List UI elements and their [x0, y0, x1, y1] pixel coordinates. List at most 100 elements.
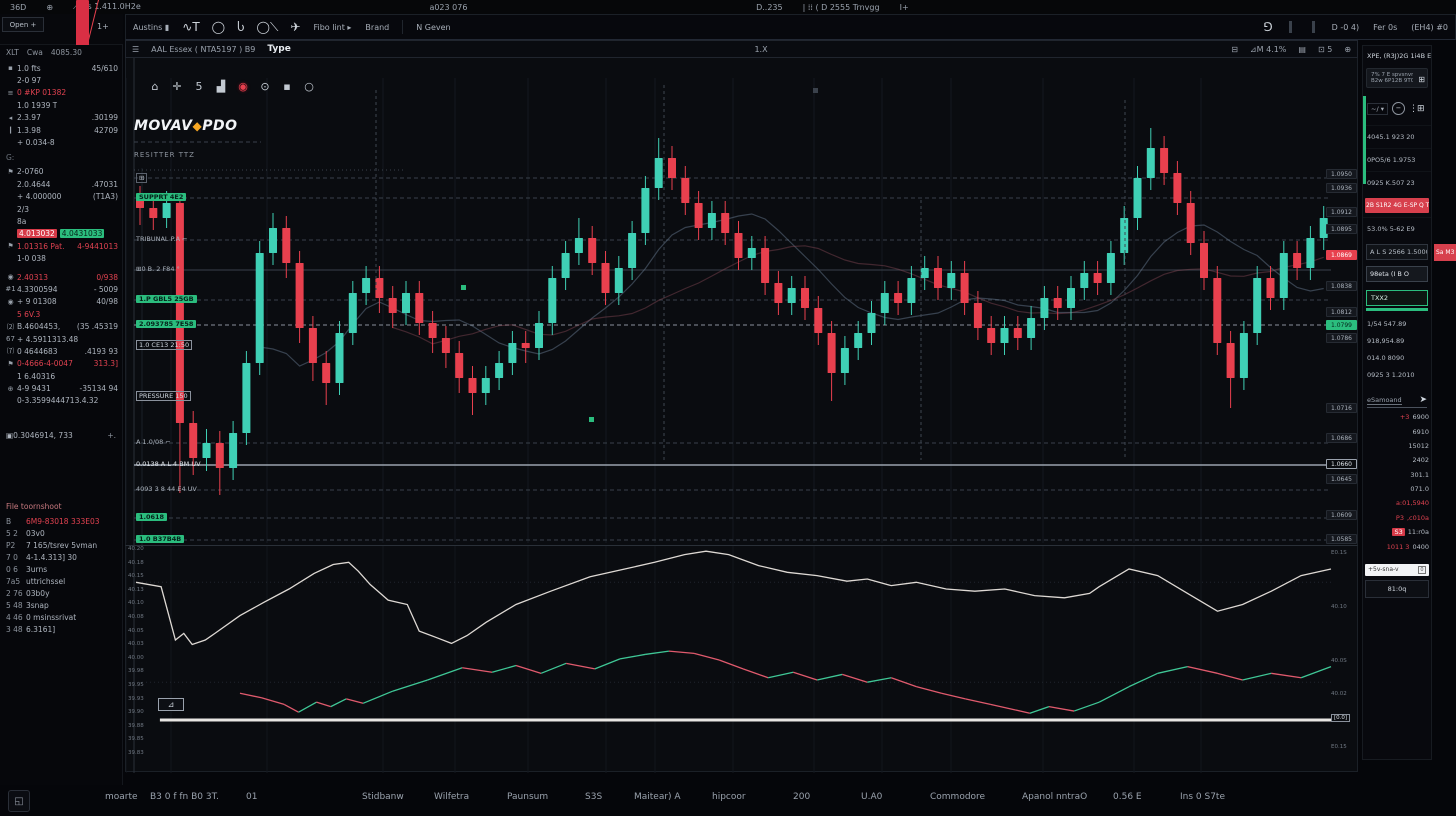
tabbar-tool-2[interactable]: ▤: [1298, 45, 1306, 54]
draw-tool-icon-2[interactable]: Ⴑ: [237, 20, 244, 34]
draw-tool-icon-4[interactable]: ✈: [290, 20, 300, 34]
tabbar-tool-0[interactable]: ⊟: [1231, 45, 1238, 54]
grid-settings-icon[interactable]: ⋮⊞: [1409, 104, 1424, 114]
watchlist-row[interactable]: ◉2.403130/938: [0, 271, 122, 283]
camera-icon[interactable]: ⊙: [258, 80, 272, 93]
corner-tool-icon[interactable]: ◱: [8, 790, 30, 812]
corner-expand-icon[interactable]: ⊕: [1344, 45, 1351, 54]
open-tab[interactable]: Open +: [2, 17, 44, 32]
chart-tab-label[interactable]: AAL Essex ( NTA5197 ) B9: [151, 45, 255, 54]
watchlist-row[interactable]: 8a: [0, 215, 122, 227]
add-button[interactable]: 1+: [97, 22, 109, 31]
watchlist-row[interactable]: ◂2.3.97.30199: [0, 112, 122, 124]
confirm-button[interactable]: 81:0q: [1365, 580, 1429, 598]
home-icon[interactable]: ⌂: [148, 80, 162, 93]
position-row[interactable]: 6910: [1363, 424, 1431, 438]
circle-icon[interactable]: ○: [302, 80, 316, 93]
tabbar-tool-3[interactable]: ⊡ 5: [1318, 45, 1332, 54]
watchlist-row[interactable]: 1 6.40316: [0, 370, 122, 382]
search-label[interactable]: N Geven: [416, 23, 450, 32]
watchlist-row[interactable]: ◉+ 9 0130840/98: [0, 296, 122, 308]
watchlist-row[interactable]: ▪1.0 fts45/610: [0, 62, 122, 74]
record-icon[interactable]: ◉: [236, 80, 250, 93]
file-row[interactable]: B6M9-83018 333E03: [0, 515, 122, 527]
position-row[interactable]: a:01,5940: [1363, 496, 1431, 510]
position-row[interactable]: 15012: [1363, 439, 1431, 453]
file-row[interactable]: 0 63urns: [0, 563, 122, 575]
type-label[interactable]: Type: [267, 44, 290, 54]
slider-handle-2[interactable]: [1312, 21, 1315, 33]
alert-side-tab[interactable]: Sa M3: [1434, 244, 1456, 261]
position-row[interactable]: +36900: [1363, 410, 1431, 424]
position-row[interactable]: 301.1: [1363, 468, 1431, 482]
slider-handle-1[interactable]: [1289, 21, 1292, 33]
file-row[interactable]: 3 486.3161]: [0, 623, 122, 635]
position-row[interactable]: 1011 30400: [1363, 539, 1431, 553]
symbol-info-card[interactable]: 7% 7 E spvsnvn sn B2w 6P12B 9T0T3 0% ⊞: [1366, 68, 1428, 88]
position-row[interactable]: P3,c010a: [1363, 511, 1431, 525]
position-row[interactable]: 2402: [1363, 453, 1431, 467]
watchlist-row[interactable]: 2-0 97: [0, 74, 122, 86]
bars-icon[interactable]: ▟: [214, 80, 228, 93]
draw-tool-icon-3[interactable]: ◯⟍: [257, 20, 279, 35]
watchlist-row[interactable]: ≡0 #KP 01382: [0, 87, 122, 99]
watchlist-row[interactable]: ⚑0-4666-4-0047313.3]: [0, 358, 122, 370]
watchlist-row[interactable]: 67+ 4.5911313.48: [0, 333, 122, 345]
clear-input-icon[interactable]: 0: [1418, 566, 1426, 574]
menubar-item[interactable]: D..235: [756, 3, 783, 12]
order-input[interactable]: [1368, 566, 1418, 573]
watchlist-row[interactable]: ⑵B.4604453,(35 .45319: [0, 320, 122, 332]
menubar-item[interactable]: 36D: [10, 3, 26, 12]
file-row[interactable]: 5 203v0: [0, 527, 122, 539]
sell-button[interactable]: 2B S1R2 4G E-SP Q T: [1365, 198, 1429, 213]
watchlist-row[interactable]: 1-0 038: [0, 252, 122, 264]
watchlist-row[interactable]: ⊕4-9 9431-35134 94: [0, 382, 122, 394]
file-row[interactable]: 7a5uttrichssel: [0, 575, 122, 587]
watchlist-footer-row[interactable]: ▣ 0.3046914, 733 +.: [0, 429, 122, 442]
expand-icon[interactable]: +.: [107, 431, 116, 440]
file-row[interactable]: 2 7603b0y: [0, 587, 122, 599]
candlestick-chart[interactable]: [126, 58, 1359, 545]
watchlist-row[interactable]: #14.3300594- 5009: [0, 283, 122, 295]
file-row[interactable]: 7 04-1.4.313] 30: [0, 551, 122, 563]
file-row[interactable]: 4 460 msinssrivat: [0, 611, 122, 623]
decrease-button[interactable]: −: [1392, 102, 1405, 115]
menubar-item[interactable]: ⊕: [46, 3, 53, 12]
tab-list-icon[interactable]: ☰: [132, 45, 139, 54]
draw-tool-icon-0[interactable]: ∿T: [182, 20, 199, 34]
buy-button[interactable]: TXX2: [1366, 290, 1428, 306]
crosshair-icon[interactable]: ✛: [170, 80, 184, 93]
symbol-price: 42709: [90, 126, 118, 135]
file-row[interactable]: 5 483snap: [0, 599, 122, 611]
analyze-menu[interactable]: Austins ▮: [133, 23, 169, 32]
oscillator-chart[interactable]: [126, 546, 1359, 773]
watchlist-row[interactable]: + 0.034-8: [0, 136, 122, 148]
g-icon[interactable]: ⅁: [1263, 20, 1272, 34]
watchlist-row[interactable]: ⚑1.01316 Pat.4-9441013: [0, 240, 122, 252]
watchlist-row[interactable]: 4.0130324.0431033: [0, 228, 122, 240]
watchlist-row[interactable]: + 4.000000(T1A3): [0, 191, 122, 203]
menubar-item[interactable]: a023 076: [429, 3, 467, 12]
watchlist-row[interactable]: 0-3.3599444713.4.32: [0, 395, 122, 407]
menubar-item[interactable]: | ⁞⁞ ( D 2555 Trnvgg: [803, 3, 880, 12]
watchlist-row[interactable]: ⚑2-0760: [0, 166, 122, 178]
watchlist-row[interactable]: 2.0.4644.47031: [0, 178, 122, 190]
watchlist-row[interactable]: ⑺0 4644683.4193 93: [0, 345, 122, 357]
watchlist-row[interactable]: 1.0 1939 T: [0, 99, 122, 111]
indicator-settings-box[interactable]: ⊿: [158, 698, 184, 711]
fibonacci-menu[interactable]: Fibo lint ▸: [313, 23, 351, 32]
watchlist-row[interactable]: 2/3: [0, 203, 122, 215]
watchlist-row[interactable]: 5 6V.3: [0, 308, 122, 320]
draw-tool-icon-1[interactable]: ◯: [212, 20, 225, 34]
position-row[interactable]: 071.0: [1363, 482, 1431, 496]
menubar-item[interactable]: I+: [900, 3, 909, 12]
brand-menu[interactable]: Brand: [365, 23, 389, 32]
file-row[interactable]: P27 165/tsrev 5vman: [0, 539, 122, 551]
dot-icon[interactable]: ▪: [280, 80, 294, 93]
text-tool-icon[interactable]: 5: [192, 80, 206, 93]
time-axis[interactable]: ◱ moarteB3 0 f fn B0 3T.01StidbanwWilfet…: [0, 772, 1456, 816]
watchlist-row[interactable]: ❙1.3.9842709: [0, 124, 122, 136]
tabbar-tool-1[interactable]: ⊿M 4.1%: [1250, 45, 1286, 54]
volume-select[interactable]: ~/ ▾: [1367, 103, 1388, 115]
position-row[interactable]: S311:r0a: [1363, 525, 1431, 539]
